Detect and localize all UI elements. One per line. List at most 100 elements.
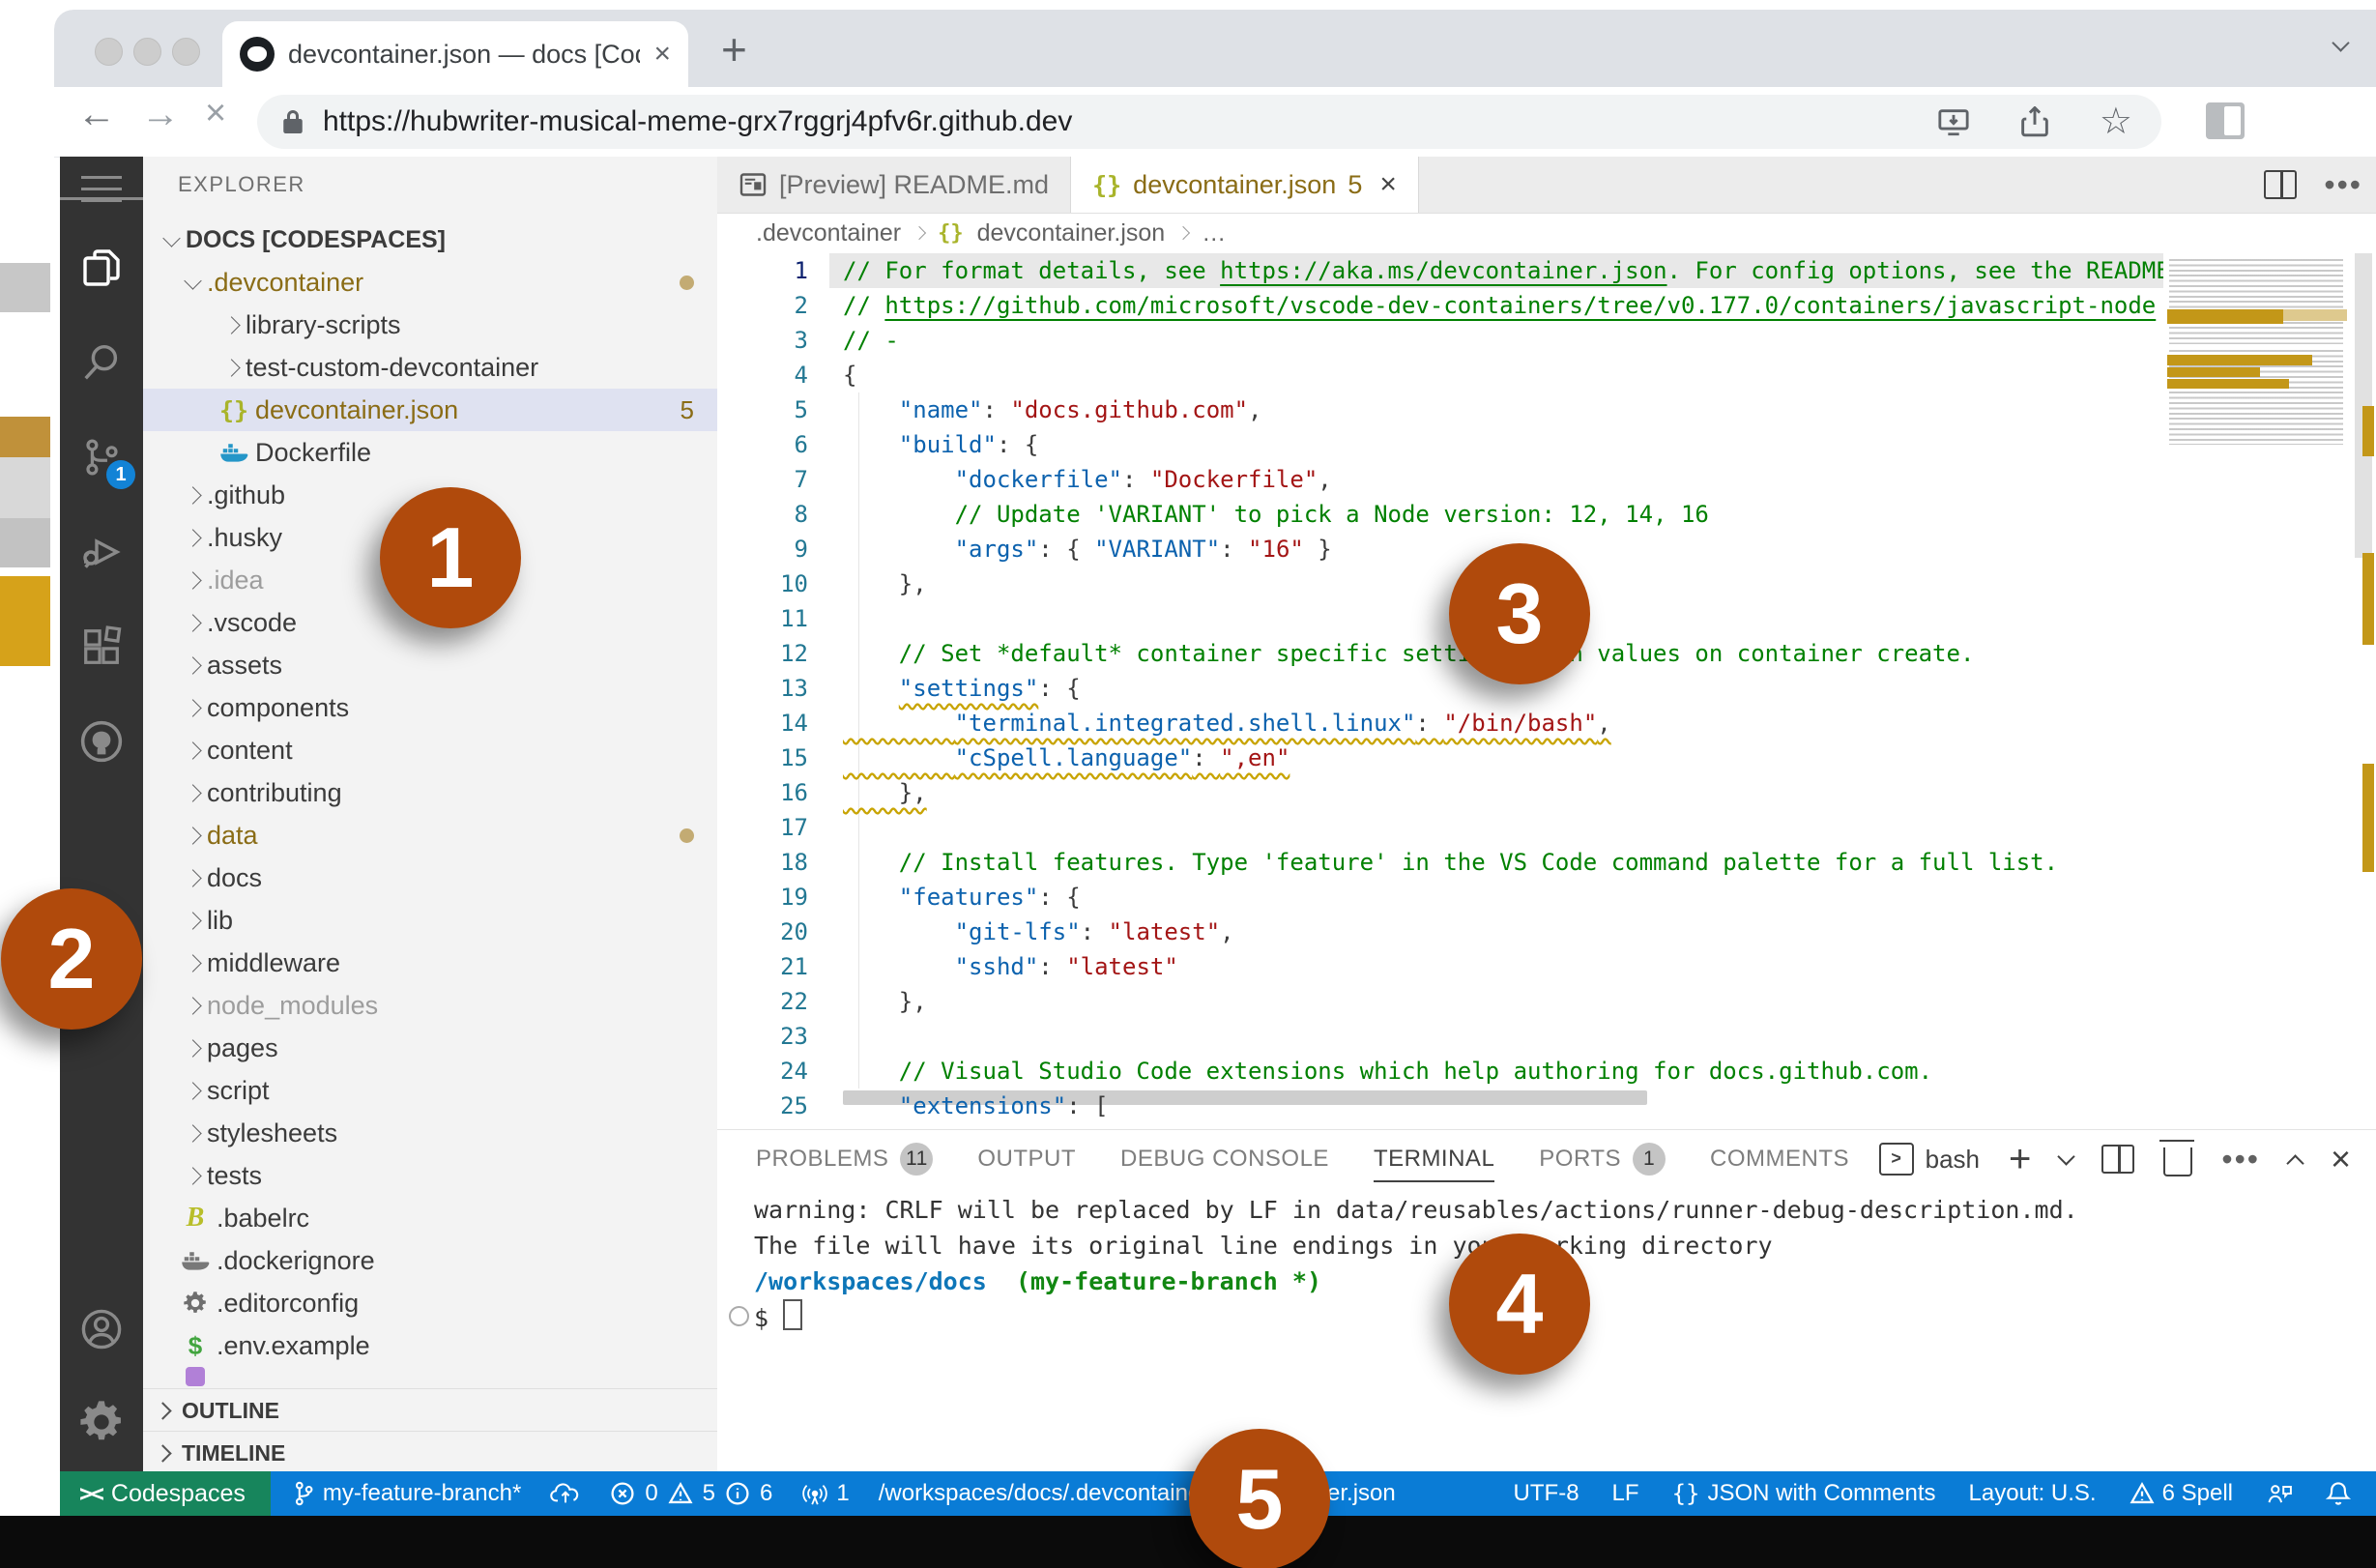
code-line-12[interactable]: 12 // Set *default* container specific s… [717,636,2163,671]
tree-item-docs[interactable]: docs [143,857,717,899]
outline-section-header[interactable]: OUTLINE [143,1388,717,1432]
code-line-16[interactable]: 16 }, [717,775,2163,810]
explorer-icon[interactable] [60,226,143,309]
problems-status[interactable]: 0 5 6 [610,1480,772,1507]
tree-item-.babelrc[interactable]: B .babelrc [143,1197,717,1239]
code-line-3[interactable]: 3// - [717,323,2163,358]
tree-item-DOCS [CODESPACES][interactable]: DOCS [CODESPACES] [143,218,717,261]
code-line-13[interactable]: 13 "settings": { [717,671,2163,706]
kill-terminal-icon[interactable] [2159,1140,2195,1176]
code-area[interactable]: 1// For format details, see https://aka.… [717,253,2163,1129]
split-terminal-icon[interactable] [2101,1145,2135,1174]
tree-item-data[interactable]: data [143,814,717,857]
code-line-19[interactable]: 19 "features": { [717,880,2163,915]
tree-item-test-custom-devcontainer[interactable]: test-custom-devcontainer [143,346,717,389]
code-line-4[interactable]: 4{ [717,358,2163,392]
code-line-6[interactable]: 6 "build": { [717,427,2163,462]
breadcrumb-file[interactable]: devcontainer.json [977,219,1166,247]
tab-overflow-chevron-icon[interactable] [2332,34,2350,54]
overview-ruler[interactable] [2353,253,2376,1129]
code-line-8[interactable]: 8 // Update 'VARIANT' to pick a Node ver… [717,497,2163,532]
tree-item-.dockerignore[interactable]: .dockerignore [143,1239,717,1282]
tree-item-library-scripts[interactable]: library-scripts [143,304,717,346]
window-close-button[interactable] [95,38,123,66]
code-line-2[interactable]: 2// https://github.com/microsoft/vscode-… [717,288,2163,323]
settings-gear-icon[interactable] [60,1380,143,1464]
code-line-22[interactable]: 22 }, [717,984,2163,1019]
branch-status[interactable]: my-feature-branch* [292,1480,521,1507]
search-icon[interactable] [60,321,143,404]
sync-status[interactable] [550,1481,581,1506]
tree-item-assets[interactable]: assets [143,644,717,686]
code-line-14[interactable]: 14 "terminal.integrated.shell.linux": "/… [717,706,2163,740]
maximize-panel-icon[interactable] [2286,1153,2304,1173]
install-icon[interactable] [1937,107,1970,136]
extensions-icon[interactable] [60,605,143,688]
tree-item-node_modules[interactable]: node_modules [143,984,717,1027]
editor-more-actions-icon[interactable]: ••• [2324,169,2362,200]
split-editor-icon[interactable] [2264,170,2298,199]
github-icon[interactable] [60,700,143,783]
tree-item-stylesheets[interactable]: stylesheets [143,1112,717,1154]
account-icon[interactable] [60,1288,143,1371]
window-zoom-button[interactable] [172,38,200,66]
breadcrumb[interactable]: .devcontainer {} devcontainer.json … [717,213,2376,253]
close-panel-icon[interactable]: × [2331,1139,2351,1179]
ports-status[interactable]: 1 [801,1480,850,1507]
remote-indicator[interactable]: >< Codespaces [60,1471,271,1516]
code-line-11[interactable]: 11 [717,601,2163,636]
tab-devcontainer-json[interactable]: {} devcontainer.json 5 × [1071,157,1419,213]
code-line-10[interactable]: 10 }, [717,566,2163,601]
run-debug-icon[interactable] [60,510,143,594]
tree-item-partial[interactable] [143,1367,717,1386]
tree-item-.editorconfig[interactable]: .editorconfig [143,1282,717,1324]
notifications-status[interactable] [2326,1480,2351,1507]
window-minimize-button[interactable] [133,38,161,66]
tree-item-content[interactable]: content [143,729,717,771]
code-line-7[interactable]: 7 "dockerfile": "Dockerfile", [717,462,2163,497]
code-line-5[interactable]: 5 "name": "docs.github.com", [717,392,2163,427]
panel-tab-problems[interactable]: PROBLEMS 11 [756,1130,934,1188]
code-line-23[interactable]: 23 [717,1019,2163,1054]
feedback-status[interactable] [2266,1481,2293,1506]
tree-item-.env.example[interactable]: $ .env.example [143,1324,717,1367]
bookmark-star-icon[interactable]: ☆ [2100,103,2132,140]
new-tab-button[interactable]: + [721,23,747,75]
panel-tab-comments[interactable]: COMMENTS [1710,1130,1849,1188]
back-icon[interactable]: ← [77,93,116,136]
sidebar-toggle-icon[interactable] [2206,102,2245,139]
tree-item-pages[interactable]: pages [143,1027,717,1069]
stop-icon[interactable]: × [205,93,226,134]
encoding-status[interactable]: UTF-8 [1514,1480,1579,1507]
minimap[interactable] [2163,253,2353,1129]
panel-tab-terminal[interactable]: TERMINAL [1373,1130,1495,1188]
tree-item-Dockerfile[interactable]: Dockerfile [143,431,717,474]
tree-item-script[interactable]: script [143,1069,717,1112]
tab-readme-preview[interactable]: [Preview] README.md [717,157,1072,213]
spell-status[interactable]: 6 Spell [2130,1480,2233,1507]
eol-status[interactable]: LF [1612,1480,1639,1507]
panel-tab-ports[interactable]: PORTS 1 [1539,1130,1666,1188]
browser-tab[interactable]: devcontainer.json — docs [Cod × [222,21,688,87]
code-line-20[interactable]: 20 "git-lfs": "latest", [717,915,2163,949]
source-control-icon[interactable]: 1 [60,416,143,499]
new-terminal-icon[interactable]: + [2009,1138,2031,1181]
panel-tab-debug-console[interactable]: DEBUG CONSOLE [1120,1130,1329,1188]
code-line-24[interactable]: 24 // Visual Studio Code extensions whic… [717,1054,2163,1089]
breadcrumb-symbol[interactable]: … [1202,219,1226,247]
code-line-17[interactable]: 17 [717,810,2163,845]
terminal-dropdown-icon[interactable] [2057,1147,2076,1166]
tree-item-.devcontainer[interactable]: .devcontainer [143,261,717,304]
address-bar[interactable]: https://hubwriter-musical-meme-grx7rggrj… [257,95,2161,149]
tree-item-tests[interactable]: tests [143,1154,717,1197]
keyboard-layout-status[interactable]: Layout: U.S. [1969,1480,2097,1507]
tree-item-contributing[interactable]: contributing [143,771,717,814]
panel-tab-output[interactable]: OUTPUT [977,1130,1076,1188]
language-mode-status[interactable]: {} JSON with Comments [1672,1480,1936,1507]
code-line-15[interactable]: 15 "cSpell.language": ",en" [717,740,2163,775]
tree-item-lib[interactable]: lib [143,899,717,942]
tree-item-middleware[interactable]: middleware [143,942,717,984]
code-line-9[interactable]: 9 "args": { "VARIANT": "16" } [717,532,2163,566]
timeline-section-header[interactable]: TIMELINE [143,1431,717,1471]
tab-close-icon[interactable]: × [653,40,671,69]
